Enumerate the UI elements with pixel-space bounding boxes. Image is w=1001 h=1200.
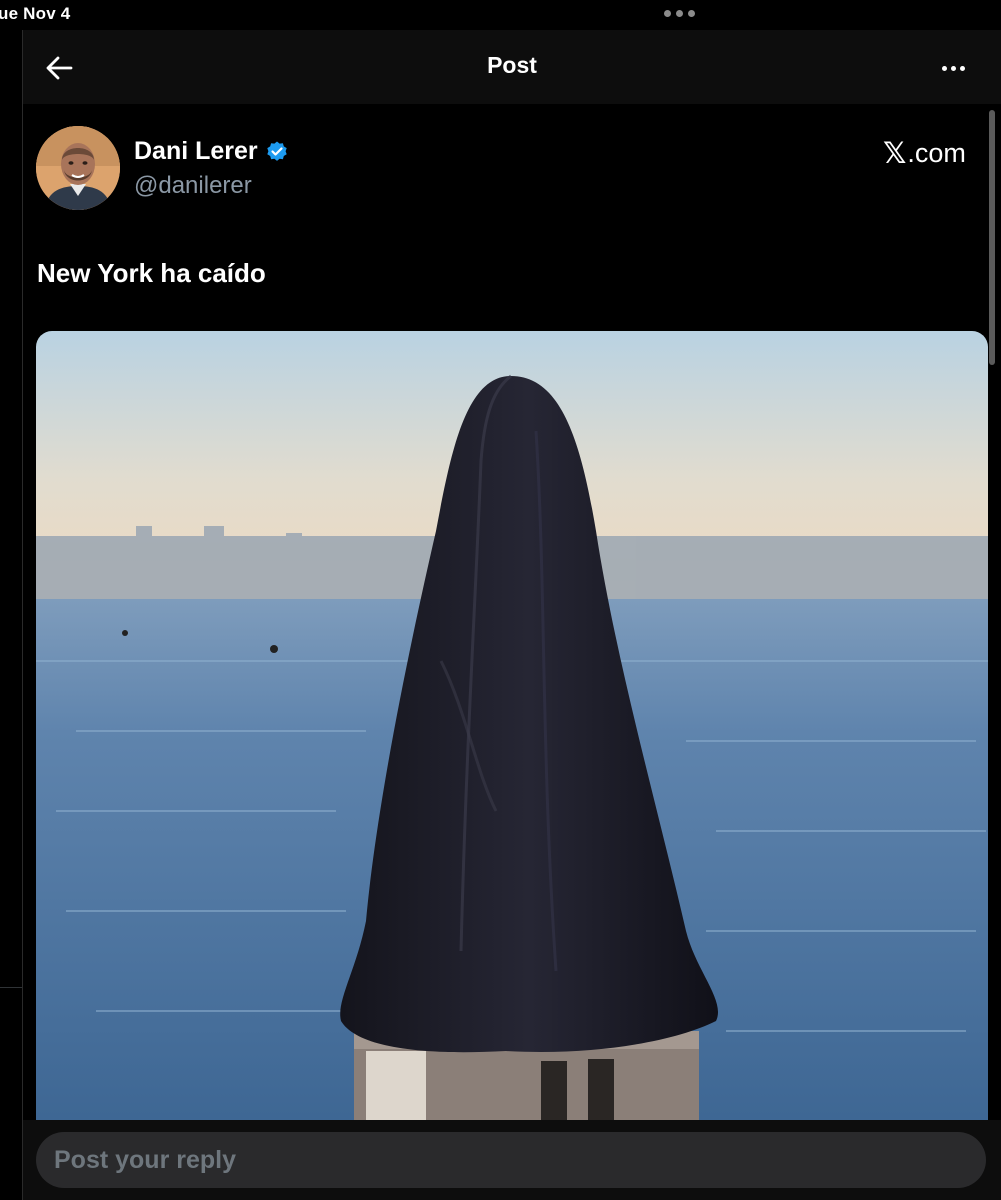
post-media-image[interactable] bbox=[36, 331, 988, 1131]
author-name[interactable]: Dani Lerer bbox=[134, 137, 289, 166]
source-suffix: .com bbox=[907, 138, 966, 168]
avatar-image bbox=[36, 126, 120, 210]
sidebar-edge bbox=[0, 30, 23, 1200]
avatar[interactable] bbox=[36, 126, 120, 210]
scrollbar-thumb[interactable] bbox=[989, 110, 995, 365]
post-text: New York ha caído bbox=[37, 258, 266, 288]
author-handle[interactable]: @danilerer bbox=[134, 172, 252, 200]
scrollbar[interactable] bbox=[989, 110, 995, 1130]
status-time: ue Nov 4 bbox=[0, 4, 71, 23]
nav-header: Post bbox=[23, 30, 1001, 104]
post-panel: Post Dani Lerer @danilerer 𝕏 .com New Yo… bbox=[23, 30, 1001, 1200]
author-name-text: Dani Lerer bbox=[134, 137, 258, 165]
source-link[interactable]: 𝕏 .com bbox=[883, 136, 966, 171]
sidebar-divider bbox=[0, 987, 22, 988]
ellipsis-icon bbox=[941, 65, 947, 71]
more-options-button[interactable] bbox=[931, 50, 975, 86]
status-bar: ue Nov 4 bbox=[0, 0, 1001, 30]
photo-icon bbox=[36, 331, 988, 1131]
x-logo-icon: 𝕏 bbox=[883, 138, 907, 170]
verified-badge-icon bbox=[266, 141, 287, 161]
reply-bar bbox=[23, 1120, 1001, 1200]
multitasking-handle[interactable] bbox=[664, 10, 695, 17]
page-title: Post bbox=[487, 52, 537, 78]
reply-input[interactable] bbox=[36, 1132, 986, 1188]
